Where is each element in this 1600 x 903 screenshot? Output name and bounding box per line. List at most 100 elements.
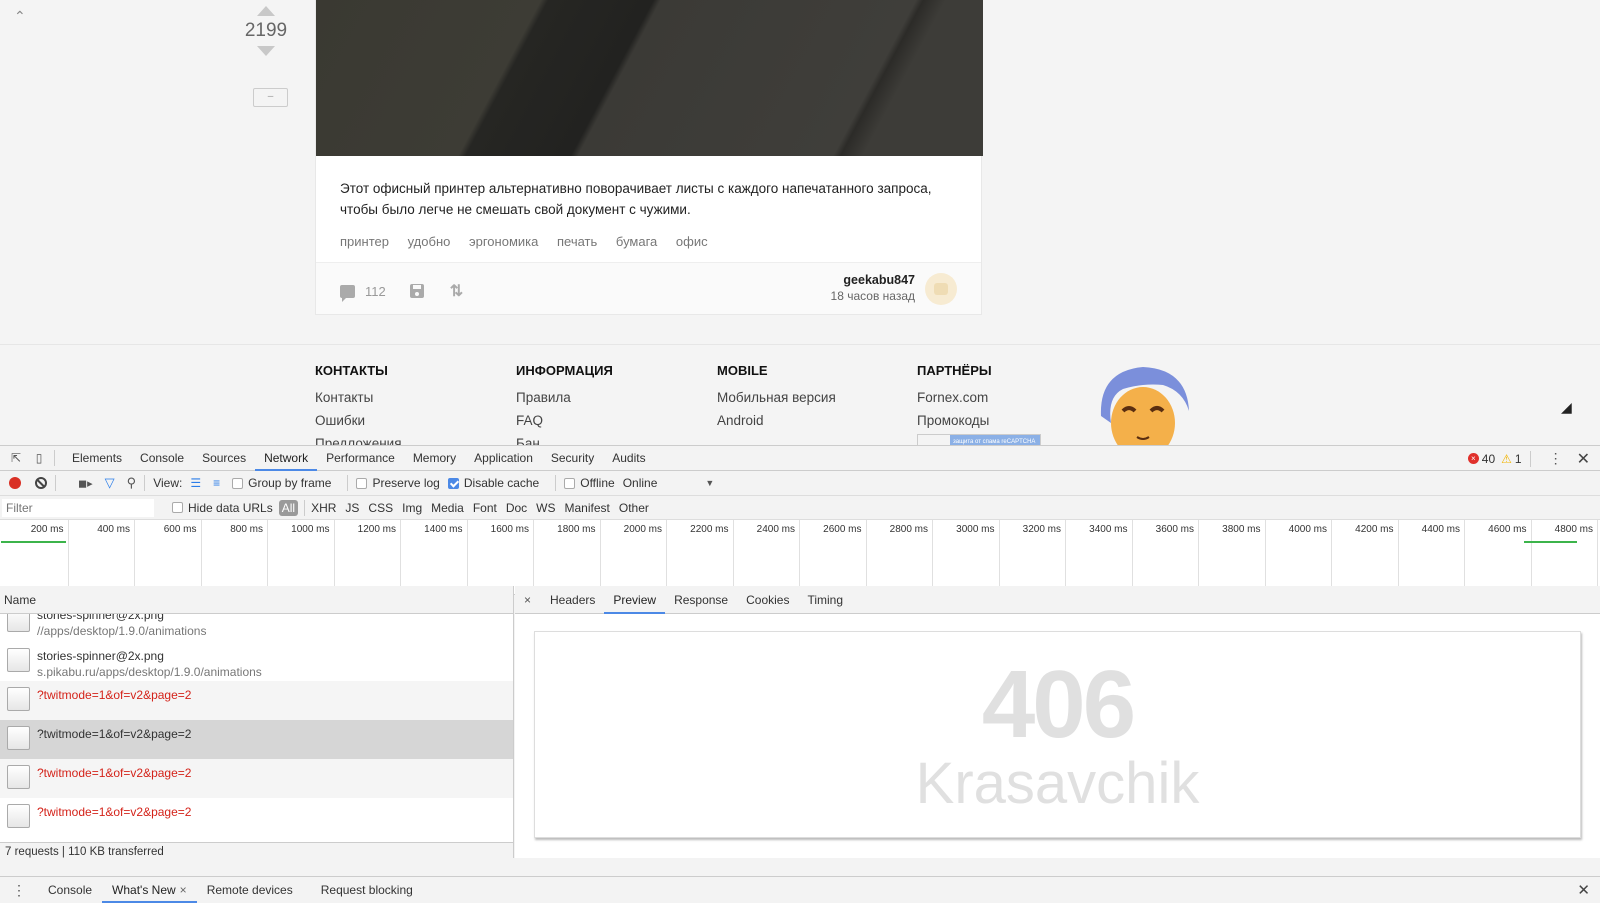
request-row-selected[interactable]: ?twitmode=1&of=v2&page=2: [0, 720, 513, 759]
footer-link[interactable]: Правила: [516, 386, 613, 409]
clear-icon[interactable]: [35, 477, 47, 489]
request-row[interactable]: stories-spinner@2x.png //apps/desktop/1.…: [0, 614, 513, 642]
footer-link[interactable]: Бан: [516, 432, 613, 445]
tab-security[interactable]: Security: [542, 446, 603, 471]
filter-type-all[interactable]: All: [278, 499, 299, 516]
error-icon[interactable]: ×: [1467, 453, 1479, 464]
offline-label[interactable]: Offline: [580, 476, 614, 490]
hide-story-button[interactable]: –: [253, 88, 288, 107]
record-icon[interactable]: [9, 477, 21, 489]
share-icon[interactable]: ⇅: [450, 281, 463, 301]
tag[interactable]: эргономика: [469, 234, 538, 249]
footer-link[interactable]: Fornex.com: [917, 386, 1041, 409]
tab-cookies[interactable]: Cookies: [737, 586, 798, 614]
drawer-tab-remote-devices[interactable]: Remote devices: [197, 877, 303, 903]
author-name[interactable]: geekabu847: [831, 273, 915, 287]
tab-performance[interactable]: Performance: [317, 446, 404, 471]
close-detail-icon[interactable]: ×: [524, 593, 531, 607]
footer-link[interactable]: Контакты: [315, 386, 402, 409]
downvote-icon[interactable]: [257, 46, 275, 56]
footer-link[interactable]: Ошибки: [315, 409, 402, 432]
tab-timing[interactable]: Timing: [798, 586, 852, 614]
comment-icon[interactable]: [340, 284, 355, 302]
tab-application[interactable]: Application: [465, 446, 542, 471]
save-icon[interactable]: [409, 284, 424, 298]
footer-link[interactable]: FAQ: [516, 409, 613, 432]
tab-headers[interactable]: Headers: [541, 586, 604, 614]
hide-data-urls-checkbox[interactable]: [172, 502, 183, 513]
disable-cache-checkbox[interactable]: [447, 477, 459, 489]
request-row[interactable]: stories-spinner@2x.png s.pikabu.ru/apps/…: [0, 642, 513, 681]
filter-icon[interactable]: ▽: [105, 475, 115, 491]
filter-type-ws[interactable]: WS: [536, 501, 555, 515]
request-row[interactable]: ?twitmode=1&of=v2&page=2: [0, 759, 513, 798]
close-devtools-icon[interactable]: ✕: [1577, 449, 1590, 469]
request-row[interactable]: ?twitmode=1&of=v2&page=2: [0, 681, 513, 720]
tab-sources[interactable]: Sources: [193, 446, 255, 471]
screenshot-camera-icon[interactable]: ◼▸: [78, 477, 93, 490]
tag[interactable]: удобно: [408, 234, 451, 249]
filter-type-font[interactable]: Font: [473, 501, 497, 515]
footer-link[interactable]: Мобильная версия: [717, 386, 836, 409]
tab-elements[interactable]: Elements: [63, 446, 131, 471]
request-row[interactable]: ?twitmode=1&of=v2&page=2: [0, 798, 513, 837]
more-options-icon[interactable]: ⋮: [1549, 450, 1563, 467]
drawer-menu-icon[interactable]: ⋮: [12, 882, 26, 899]
device-toolbar-icon[interactable]: ▯: [32, 451, 46, 465]
timeline-overview[interactable]: 200 ms 400 ms 600 ms 800 ms 1000 ms 1200 ms 14…: [0, 520, 1600, 595]
large-rows-icon[interactable]: ☰: [190, 476, 201, 490]
filter-type-manifest[interactable]: Manifest: [565, 501, 610, 515]
group-by-frame-label[interactable]: Group by frame: [248, 476, 331, 490]
paint-bucket-icon[interactable]: ◢: [1561, 399, 1572, 416]
throttling-select[interactable]: Online: [623, 476, 658, 490]
filter-type-img[interactable]: Img: [402, 501, 422, 515]
tab-memory[interactable]: Memory: [404, 446, 465, 471]
recaptcha-badge[interactable]: защита от спама reCAPTCHA: [917, 434, 1041, 445]
filter-type-other[interactable]: Other: [619, 501, 649, 515]
warnings-count[interactable]: 1: [1515, 452, 1522, 466]
tag[interactable]: печать: [557, 234, 597, 249]
waterfall-icon[interactable]: ≡: [213, 476, 220, 490]
tag[interactable]: бумага: [616, 234, 657, 249]
filter-type-css[interactable]: CSS: [368, 501, 393, 515]
tag[interactable]: офис: [676, 234, 708, 249]
errors-count[interactable]: 40: [1482, 452, 1495, 466]
throttling-dropdown-icon[interactable]: ▼: [705, 478, 714, 488]
group-by-frame-checkbox[interactable]: [232, 477, 244, 489]
footer-link[interactable]: Android: [717, 409, 836, 432]
inspect-element-icon[interactable]: ⇱: [9, 451, 23, 465]
drawer-tab-request-blocking[interactable]: Request blocking: [311, 877, 423, 903]
scroll-up-icon[interactable]: ⌃: [14, 8, 26, 25]
hide-data-urls-label[interactable]: Hide data URLs: [188, 501, 273, 515]
preserve-log-checkbox[interactable]: [356, 477, 368, 489]
close-drawer-icon[interactable]: ✕: [1577, 881, 1590, 899]
search-icon[interactable]: ⚲: [127, 475, 137, 491]
filter-input[interactable]: [2, 498, 154, 517]
avatar[interactable]: [925, 273, 957, 305]
filter-type-doc[interactable]: Doc: [506, 501, 527, 515]
timeline-gridline: [732, 520, 734, 595]
tab-network[interactable]: Network: [255, 446, 318, 471]
view-label: View:: [153, 476, 183, 490]
tag[interactable]: принтер: [340, 234, 389, 249]
close-tab-icon[interactable]: ×: [180, 883, 187, 897]
upvote-icon[interactable]: [257, 6, 275, 16]
offline-checkbox[interactable]: [564, 477, 576, 489]
tab-audits[interactable]: Audits: [603, 446, 654, 471]
tab-preview[interactable]: Preview: [604, 586, 666, 614]
footer-link[interactable]: Промокоды: [917, 409, 1041, 432]
comments-count[interactable]: 112: [365, 284, 386, 299]
tab-console[interactable]: Console: [131, 446, 193, 471]
filter-type-media[interactable]: Media: [431, 501, 464, 515]
footer-link[interactable]: Предложения: [315, 432, 402, 445]
disable-cache-label[interactable]: Disable cache: [464, 476, 539, 490]
filter-type-js[interactable]: JS: [345, 501, 359, 515]
drawer-tab-console[interactable]: Console: [38, 877, 102, 903]
preserve-log-label[interactable]: Preserve log: [372, 476, 439, 490]
drawer-tab-whats-new[interactable]: What's New ×: [102, 877, 197, 903]
timeline-gridline: [1131, 520, 1133, 595]
tab-response[interactable]: Response: [665, 586, 737, 614]
column-header-name[interactable]: Name: [0, 586, 513, 614]
filter-type-xhr[interactable]: XHR: [311, 501, 336, 515]
warning-icon[interactable]: ⚠: [1501, 452, 1512, 466]
